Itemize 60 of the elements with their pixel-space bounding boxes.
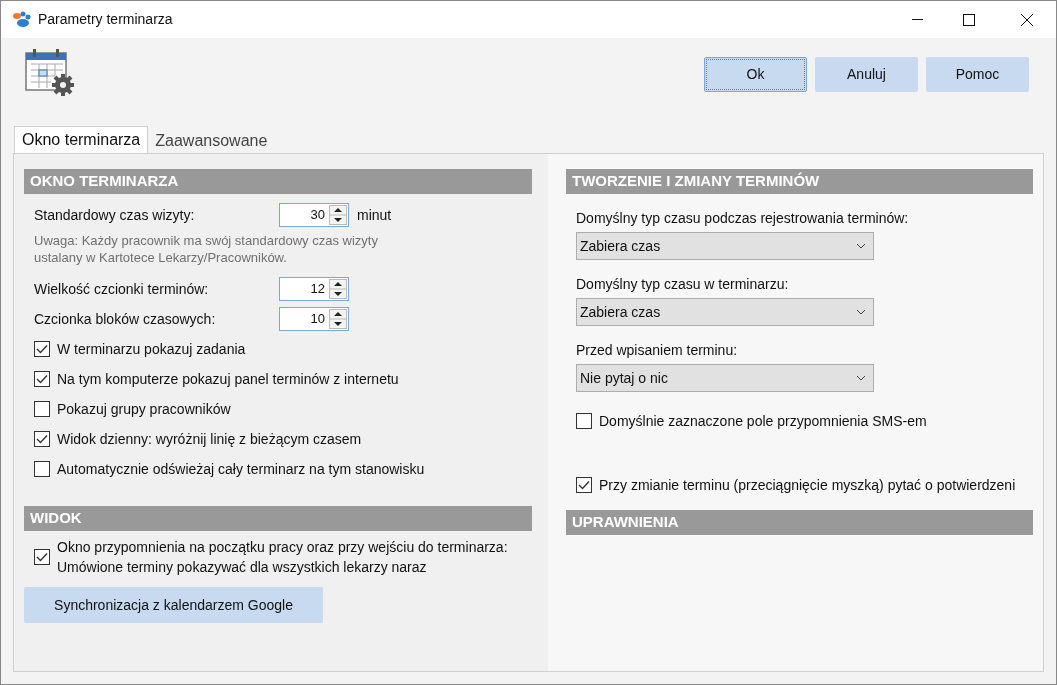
dialog-button[interactable]: Pomoc — [926, 57, 1029, 92]
checkmark-icon — [36, 552, 48, 562]
dialog-button[interactable]: Anuluj — [815, 57, 918, 92]
checkbox[interactable] — [34, 461, 50, 477]
checkbox[interactable] — [34, 431, 50, 447]
note-text: Uwaga: Każdy pracownik ma swój standardowy czas wizyty ustalany w Kartotece Lekarzy/Pracowników. — [34, 232, 379, 266]
checkmark-icon — [36, 434, 48, 444]
number-spinner[interactable]: 12 — [279, 277, 349, 301]
field-label: Domyślny typ czasu podczas rejestrowania terminów: — [576, 209, 910, 228]
section-header: OKNO TERMINARZA — [24, 169, 532, 194]
checkbox[interactable] — [34, 341, 50, 357]
spinner-value: 30 — [309, 206, 326, 225]
minimize-icon — [911, 19, 923, 20]
section-header: UPRAWNIENIA — [566, 510, 1033, 535]
dropdown[interactable]: Nie pytaj o nic — [576, 364, 874, 392]
checkmark-icon — [36, 374, 48, 384]
spinner-value: 12 — [309, 280, 326, 299]
section-header: WIDOK — [24, 506, 532, 531]
number-spinner[interactable]: 30 — [279, 203, 349, 227]
field-label: Czcionka bloków czasowych: — [34, 309, 217, 329]
app-logo-icon — [12, 10, 32, 29]
checkbox-label[interactable]: Okno przypomnienia na początku pracy oraz przy wejściu do terminarza: Umówione terminy pokazywać dla wszystkich lekarzy naraz — [57, 537, 527, 577]
unit-label: minut — [357, 205, 392, 225]
field-label: Standardowy czas wizyty: — [34, 205, 196, 225]
dialog-button[interactable]: Ok — [704, 57, 807, 92]
checkmark-icon — [36, 344, 48, 354]
checkbox-label[interactable]: Na tym komputerze pokazuj panel terminów z internetu — [57, 368, 399, 390]
field-label: Przed wpisaniem terminu: — [576, 341, 739, 360]
field-label: Domyślny typ czasu w terminarzu: — [576, 275, 790, 294]
tab[interactable]: Okno terminarza — [14, 126, 149, 153]
close-icon — [1021, 13, 1033, 26]
section-header: TWORZENIE I ZMIANY TERMINÓW — [566, 169, 1033, 194]
checkbox[interactable] — [34, 371, 50, 387]
tab[interactable]: Zaawansowane — [148, 129, 275, 153]
checkbox-label[interactable]: Widok dzienny: wyróżnij linię z bieżącym czasem — [57, 428, 362, 450]
spinner-value: 10 — [309, 310, 326, 329]
checkbox-label[interactable]: Domyślnie zaznaczone pole przypomnienia SMS-em — [599, 410, 927, 432]
checkbox-label[interactable]: W terminarzu pokazuj zadania — [57, 338, 246, 360]
maximize-icon — [963, 13, 975, 26]
chevron-down-icon — [856, 243, 866, 249]
dropdown[interactable]: Zabiera czas — [576, 298, 874, 326]
spinner-arrows-icon[interactable] — [329, 309, 347, 329]
checkbox[interactable] — [576, 413, 592, 429]
dropdown[interactable]: Zabiera czas — [576, 232, 874, 260]
window-title: Parametry terminarza — [38, 10, 173, 29]
calendar-gear-icon — [25, 48, 75, 96]
field-label: Wielkość czcionki terminów: — [34, 279, 210, 299]
chevron-down-icon — [856, 375, 866, 381]
sync-button[interactable]: Synchronizacja z kalendarzem Google — [24, 587, 323, 623]
checkbox[interactable] — [34, 401, 50, 417]
checkbox-label[interactable]: Przy zmianie terminu (przeciągnięcie myszką) pytać o potwierdzeni — [599, 474, 1016, 496]
chevron-down-icon — [856, 309, 866, 315]
checkbox[interactable] — [576, 477, 592, 493]
spinner-arrows-icon[interactable] — [329, 279, 347, 299]
checkbox[interactable] — [34, 549, 50, 565]
checkbox-label[interactable]: Automatycznie odświeżaj cały terminarz na tym stanowisku — [57, 458, 425, 480]
checkbox-label[interactable]: Pokazuj grupy pracowników — [57, 398, 231, 420]
number-spinner[interactable]: 10 — [279, 307, 349, 331]
checkmark-icon — [578, 480, 590, 490]
spinner-arrows-icon[interactable] — [329, 205, 347, 225]
